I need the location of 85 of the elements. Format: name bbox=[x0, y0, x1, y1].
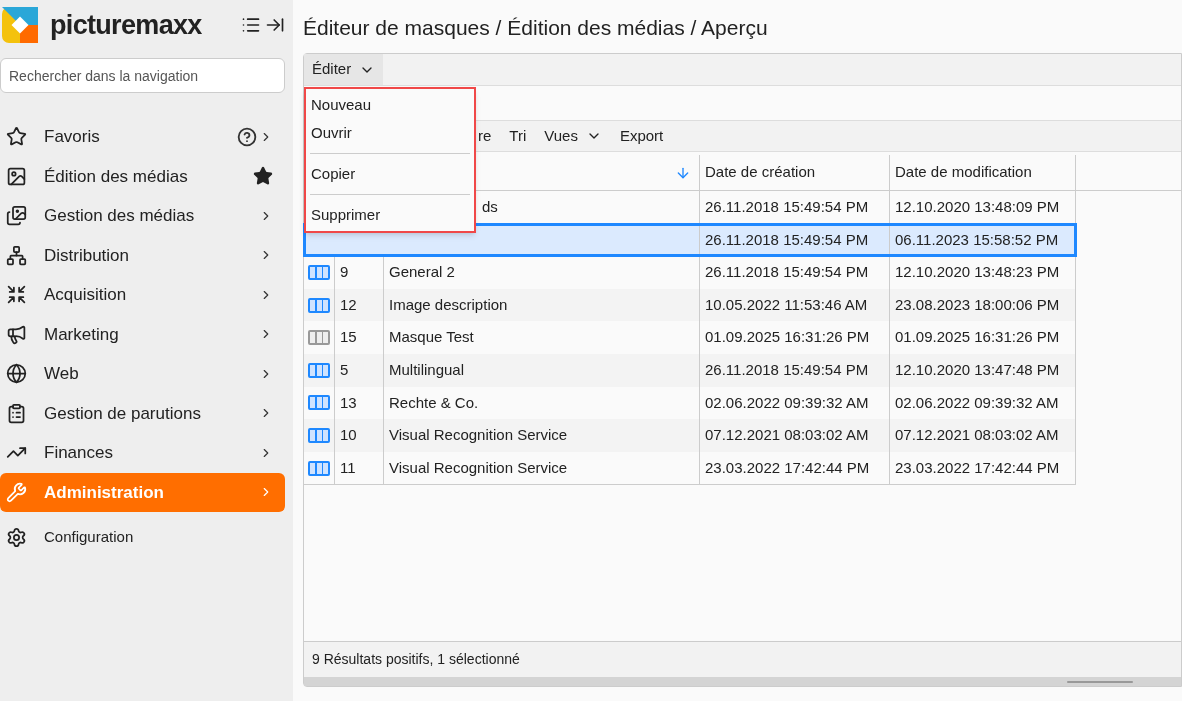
table-cell-text: 23.08.2023 18:00:06 PM bbox=[895, 294, 1060, 315]
table-cell-text: 01.09.2025 16:31:26 PM bbox=[705, 327, 870, 348]
edit-menu-button[interactable]: Éditer bbox=[304, 54, 384, 85]
table-cell-text: Multilingual bbox=[389, 360, 465, 380]
star-icon bbox=[6, 126, 27, 148]
settings-icon bbox=[6, 526, 27, 548]
table-cell-text: 10.05.2022 11:53:46 AM bbox=[705, 294, 868, 315]
logo-icon bbox=[2, 7, 38, 43]
image-icon bbox=[6, 165, 27, 187]
toolbar-button[interactable]: re bbox=[478, 124, 492, 148]
search-field[interactable]: Rechercher dans la navigation bbox=[0, 58, 285, 93]
columns-icon bbox=[308, 427, 330, 443]
table-row[interactable]: 5 Multilingual 26.11.2018 15:49:54 PM 12.10.2020 13:47:48 PM bbox=[304, 353, 1076, 387]
table-cell-text: 26.11.2018 15:49:54 PM bbox=[705, 360, 869, 380]
column-header[interactable]: Date de modification bbox=[890, 155, 1076, 190]
clipboard-icon bbox=[6, 402, 27, 424]
collapse-icon[interactable] bbox=[265, 15, 285, 35]
table-row[interactable]: 10 Visual Recognition Service 07.12.2021 08:03:02 AM 07.12.2021 08:03:02 AM bbox=[304, 419, 1076, 452]
scrollbar[interactable] bbox=[304, 677, 1181, 686]
table-cell-text: Visual Recognition Service bbox=[389, 457, 568, 478]
table-cell-text: 12.10.2020 13:48:23 PM bbox=[895, 262, 1060, 283]
table-row[interactable]: 9 General 2 26.11.2018 15:49:54 PM 12.10.2020 13:48:23 PM bbox=[304, 256, 1076, 289]
table-cell-text: 01.09.2025 16:31:26 PM bbox=[895, 327, 1060, 348]
toolbar-button[interactable]: Export bbox=[619, 124, 664, 148]
table-cell-text: 02.06.2022 09:39:32 AM bbox=[705, 392, 869, 413]
table-cell-text: Masque Test bbox=[389, 327, 474, 348]
shrink-icon bbox=[6, 284, 27, 306]
table-cell-text: 02.06.2022 09:39:32 AM bbox=[895, 392, 1059, 413]
images-icon bbox=[6, 205, 27, 227]
columns-icon bbox=[308, 395, 330, 411]
columns-icon bbox=[308, 330, 330, 346]
columns-icon bbox=[308, 297, 330, 313]
columns-icon bbox=[308, 265, 330, 280]
megaphone-icon bbox=[6, 323, 27, 345]
table-cell-text: 06.11.2023 15:58:52 PM bbox=[895, 229, 1059, 250]
nav-item[interactable]: Configuration bbox=[0, 512, 293, 562]
table-cell-text: 07.12.2021 08:03:02 AM bbox=[705, 425, 869, 446]
table-cell-text: ds bbox=[482, 197, 498, 218]
menu-item[interactable]: Nouveau bbox=[310, 91, 470, 119]
nav-item[interactable]: Acquisition bbox=[0, 275, 285, 315]
wrench-icon bbox=[6, 481, 27, 503]
table-cell-text: Image description bbox=[389, 294, 508, 315]
columns-icon bbox=[308, 460, 330, 476]
toolbar-button[interactable]: Tri bbox=[509, 124, 527, 148]
nav-item[interactable]: Web bbox=[0, 354, 285, 394]
list-icon[interactable] bbox=[241, 15, 261, 35]
brand-name: picturemaxx bbox=[50, 8, 202, 42]
table-row[interactable]: 26.11.2018 15:49:54 PM 06.11.2023 15:58:52 PM bbox=[304, 223, 1076, 257]
columns-icon bbox=[308, 362, 330, 378]
nav-item[interactable]: Édition des médias bbox=[0, 156, 285, 196]
globe-icon bbox=[6, 363, 27, 385]
table-cell-text: Visual Recognition Service bbox=[389, 425, 568, 446]
table-cell-text: 12.10.2020 13:47:48 PM bbox=[895, 360, 1060, 380]
table-cell-text: 23.03.2022 17:42:44 PM bbox=[705, 457, 870, 478]
menu-item[interactable]: Ouvrir bbox=[310, 119, 470, 147]
star-icon[interactable] bbox=[253, 166, 273, 187]
table-cell-text: General 2 bbox=[389, 262, 455, 283]
nav-item[interactable]: Favoris bbox=[0, 117, 285, 157]
table-cell-text: 13 bbox=[340, 392, 357, 413]
table-cell-text: 07.12.2021 08:03:02 AM bbox=[895, 425, 1059, 446]
table-cell-text: 12 bbox=[340, 294, 357, 315]
toolbar-button[interactable]: Vues bbox=[544, 124, 602, 148]
nav-item[interactable]: Marketing bbox=[0, 314, 285, 354]
table-cell-text: 23.03.2022 17:42:44 PM bbox=[895, 457, 1060, 478]
table-cell-text: 12.10.2020 13:48:09 PM bbox=[895, 197, 1060, 218]
network-icon bbox=[6, 244, 27, 266]
table-cell-text: 11 bbox=[340, 457, 356, 478]
table-cell-text: 26.11.2018 15:49:54 PM bbox=[705, 262, 869, 283]
table-cell-text: 15 bbox=[340, 327, 357, 348]
status-text: 9 Résultats positifs, 1 sélectionné bbox=[312, 650, 520, 669]
table-row[interactable]: 12 Image description 10.05.2022 11:53:46 AM 23.08.2023 18:00:06 PM bbox=[304, 288, 1076, 322]
breadcrumb: Éditeur de masques / Édition des médias / Aperçu bbox=[303, 15, 769, 41]
table-cell-text: 26.11.2018 15:49:54 PM bbox=[705, 229, 869, 250]
table-cell-text: Rechte & Co. bbox=[389, 392, 479, 413]
nav-item[interactable]: Finances bbox=[0, 433, 285, 473]
column-header[interactable]: Date de création bbox=[700, 155, 890, 190]
table-cell-text: 26.11.2018 15:49:54 PM bbox=[705, 197, 869, 218]
nav-item[interactable]: Distribution bbox=[0, 235, 285, 275]
help-icon[interactable] bbox=[237, 126, 257, 147]
menu-item[interactable]: Copier bbox=[310, 160, 470, 188]
table-cell-text: 9 bbox=[340, 262, 349, 283]
table-cell-text: 10 bbox=[340, 425, 357, 446]
table-cell-text: 5 bbox=[340, 360, 349, 380]
nav-item[interactable]: Gestion des médias bbox=[0, 196, 285, 236]
nav-item[interactable]: Gestion de parutions bbox=[0, 393, 285, 433]
